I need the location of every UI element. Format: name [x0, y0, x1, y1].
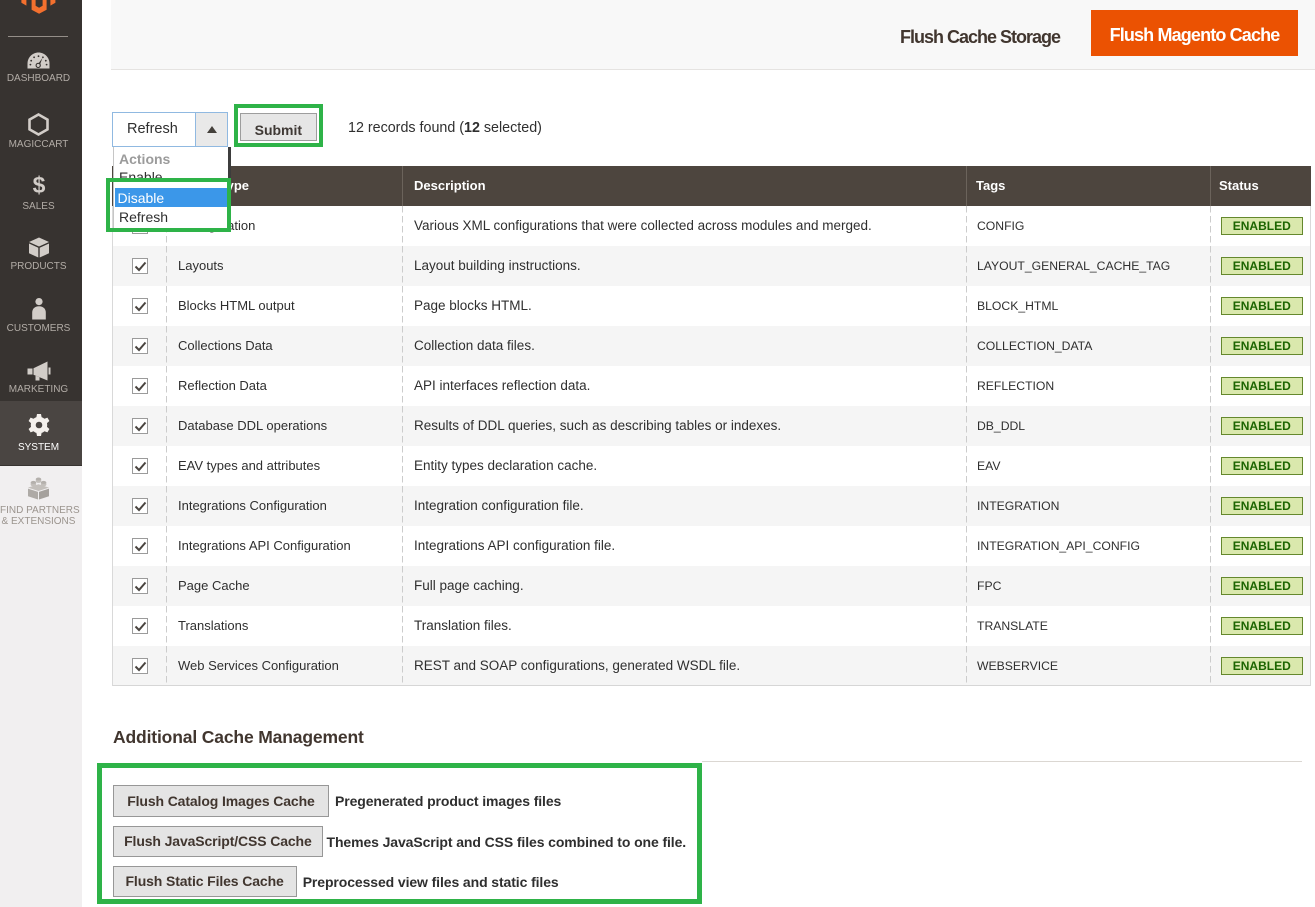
svg-text:$: $ [32, 174, 45, 198]
